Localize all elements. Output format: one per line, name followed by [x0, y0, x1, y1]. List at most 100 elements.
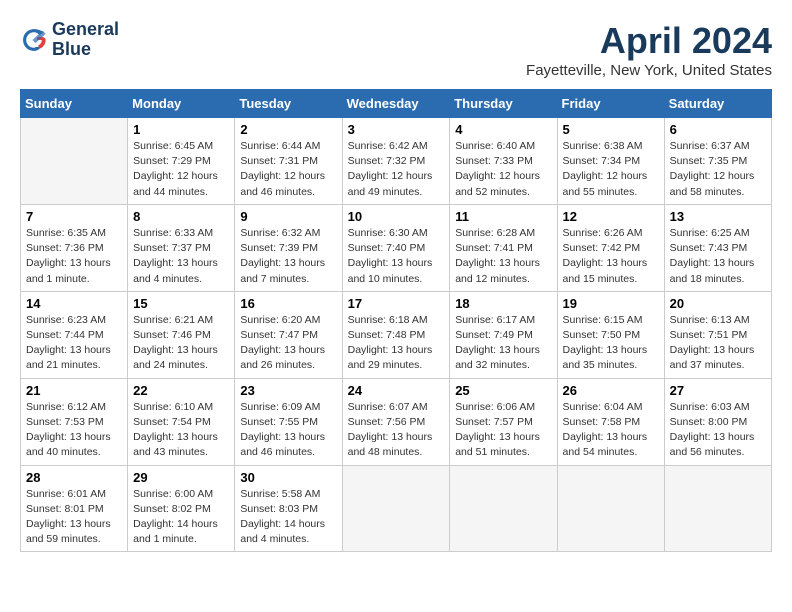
day-number: 11: [455, 209, 551, 224]
calendar-cell: 7 Sunrise: 6:35 AMSunset: 7:36 PMDaylight…: [21, 204, 128, 291]
day-info: Sunrise: 6:28 AMSunset: 7:41 PMDaylight:…: [455, 226, 551, 287]
column-header-friday: Friday: [557, 90, 664, 118]
day-info: Sunrise: 6:10 AMSunset: 7:54 PMDaylight:…: [133, 400, 229, 461]
calendar-cell: [342, 465, 450, 552]
logo-text: General Blue: [52, 20, 119, 60]
day-info: Sunrise: 6:38 AMSunset: 7:34 PMDaylight:…: [563, 139, 659, 200]
day-info: Sunrise: 6:00 AMSunset: 8:02 PMDaylight:…: [133, 487, 229, 548]
calendar-cell: 27Sunrise: 6:03 AMSunset: 8:00 PMDayligh…: [664, 378, 771, 465]
day-info: Sunrise: 6:40 AMSunset: 7:33 PMDaylight:…: [455, 139, 551, 200]
calendar-cell: 29 Sunrise: 6:00 AMSunset: 8:02 PMDayligh…: [128, 465, 235, 552]
calendar-cell: 21Sunrise: 6:12 AMSunset: 7:53 PMDayligh…: [21, 378, 128, 465]
calendar-cell: 23Sunrise: 6:09 AMSunset: 7:55 PMDayligh…: [235, 378, 342, 465]
calendar-cell: 9 Sunrise: 6:32 AMSunset: 7:39 PMDaylight…: [235, 204, 342, 291]
calendar-cell: 2 Sunrise: 6:44 AMSunset: 7:31 PMDaylight…: [235, 118, 342, 205]
calendar-cell: 4 Sunrise: 6:40 AMSunset: 7:33 PMDaylight…: [450, 118, 557, 205]
day-number: 19: [563, 296, 659, 311]
calendar-cell: 16 Sunrise: 6:20 AMSunset: 7:47 PMDayligh…: [235, 291, 342, 378]
day-number: 3: [348, 122, 445, 137]
day-number: 14: [26, 296, 122, 311]
week-row: 14 Sunrise: 6:23 AMSunset: 7:44 PMDayligh…: [21, 291, 772, 378]
day-info: Sunrise: 6:45 AMSunset: 7:29 PMDaylight:…: [133, 139, 229, 200]
column-header-sunday: Sunday: [21, 90, 128, 118]
calendar-cell: 12 Sunrise: 6:26 AMSunset: 7:42 PMDayligh…: [557, 204, 664, 291]
location-subtitle: Fayetteville, New York, United States: [526, 62, 772, 79]
day-info: Sunrise: 6:20 AMSunset: 7:47 PMDaylight:…: [240, 313, 336, 374]
week-row: 21Sunrise: 6:12 AMSunset: 7:53 PMDayligh…: [21, 378, 772, 465]
day-number: 6: [670, 122, 766, 137]
day-info: Sunrise: 6:01 AMSunset: 8:01 PMDaylight:…: [26, 487, 122, 548]
day-info: Sunrise: 6:44 AMSunset: 7:31 PMDaylight:…: [240, 139, 336, 200]
calendar-cell: 22 Sunrise: 6:10 AMSunset: 7:54 PMDayligh…: [128, 378, 235, 465]
day-info: Sunrise: 6:17 AMSunset: 7:49 PMDaylight:…: [455, 313, 551, 374]
day-number: 5: [563, 122, 659, 137]
day-info: Sunrise: 6:35 AMSunset: 7:36 PMDaylight:…: [26, 226, 122, 287]
day-number: 12: [563, 209, 659, 224]
day-number: 18: [455, 296, 551, 311]
calendar-cell: 3 Sunrise: 6:42 AMSunset: 7:32 PMDaylight…: [342, 118, 450, 205]
day-info: Sunrise: 6:18 AMSunset: 7:48 PMDaylight:…: [348, 313, 445, 374]
day-number: 17: [348, 296, 445, 311]
day-info: Sunrise: 6:03 AMSunset: 8:00 PMDaylight:…: [670, 400, 766, 461]
calendar-cell: 10Sunrise: 6:30 AMSunset: 7:40 PMDayligh…: [342, 204, 450, 291]
page-header: General Blue April 2024 Fayetteville, Ne…: [20, 20, 772, 79]
calendar-cell: [450, 465, 557, 552]
day-info: Sunrise: 5:58 AMSunset: 8:03 PMDaylight:…: [240, 487, 336, 548]
calendar-cell: 17 Sunrise: 6:18 AMSunset: 7:48 PMDayligh…: [342, 291, 450, 378]
day-number: 7: [26, 209, 122, 224]
week-row: 7 Sunrise: 6:35 AMSunset: 7:36 PMDaylight…: [21, 204, 772, 291]
calendar-cell: 11 Sunrise: 6:28 AMSunset: 7:41 PMDayligh…: [450, 204, 557, 291]
day-number: 26: [563, 383, 659, 398]
logo: General Blue: [20, 20, 119, 60]
day-number: 4: [455, 122, 551, 137]
month-title: April 2024: [526, 20, 772, 62]
column-header-monday: Monday: [128, 90, 235, 118]
day-number: 8: [133, 209, 229, 224]
column-header-saturday: Saturday: [664, 90, 771, 118]
week-row: 1Sunrise: 6:45 AMSunset: 7:29 PMDaylight…: [21, 118, 772, 205]
calendar-cell: 20 Sunrise: 6:13 AMSunset: 7:51 PMDayligh…: [664, 291, 771, 378]
calendar-table: SundayMondayTuesdayWednesdayThursdayFrid…: [20, 89, 772, 552]
day-info: Sunrise: 6:32 AMSunset: 7:39 PMDaylight:…: [240, 226, 336, 287]
day-number: 24: [348, 383, 445, 398]
calendar-cell: 8 Sunrise: 6:33 AMSunset: 7:37 PMDaylight…: [128, 204, 235, 291]
day-info: Sunrise: 6:26 AMSunset: 7:42 PMDaylight:…: [563, 226, 659, 287]
title-block: April 2024 Fayetteville, New York, Unite…: [526, 20, 772, 79]
day-info: Sunrise: 6:15 AMSunset: 7:50 PMDaylight:…: [563, 313, 659, 374]
day-info: Sunrise: 6:13 AMSunset: 7:51 PMDaylight:…: [670, 313, 766, 374]
day-info: Sunrise: 6:42 AMSunset: 7:32 PMDaylight:…: [348, 139, 445, 200]
day-info: Sunrise: 6:12 AMSunset: 7:53 PMDaylight:…: [26, 400, 122, 461]
logo-icon: [20, 26, 48, 54]
day-info: Sunrise: 6:33 AMSunset: 7:37 PMDaylight:…: [133, 226, 229, 287]
day-number: 9: [240, 209, 336, 224]
calendar-cell: 1Sunrise: 6:45 AMSunset: 7:29 PMDaylight…: [128, 118, 235, 205]
day-number: 29: [133, 470, 229, 485]
day-number: 2: [240, 122, 336, 137]
column-header-tuesday: Tuesday: [235, 90, 342, 118]
day-number: 28: [26, 470, 122, 485]
calendar-cell: 25Sunrise: 6:06 AMSunset: 7:57 PMDayligh…: [450, 378, 557, 465]
day-info: Sunrise: 6:23 AMSunset: 7:44 PMDaylight:…: [26, 313, 122, 374]
day-number: 20: [670, 296, 766, 311]
day-info: Sunrise: 6:25 AMSunset: 7:43 PMDaylight:…: [670, 226, 766, 287]
calendar-cell: [557, 465, 664, 552]
header-row: SundayMondayTuesdayWednesdayThursdayFrid…: [21, 90, 772, 118]
calendar-cell: 5 Sunrise: 6:38 AMSunset: 7:34 PMDaylight…: [557, 118, 664, 205]
day-number: 16: [240, 296, 336, 311]
day-info: Sunrise: 6:07 AMSunset: 7:56 PMDaylight:…: [348, 400, 445, 461]
calendar-cell: 13 Sunrise: 6:25 AMSunset: 7:43 PMDayligh…: [664, 204, 771, 291]
day-number: 22: [133, 383, 229, 398]
calendar-cell: 14 Sunrise: 6:23 AMSunset: 7:44 PMDayligh…: [21, 291, 128, 378]
column-header-wednesday: Wednesday: [342, 90, 450, 118]
calendar-cell: 19 Sunrise: 6:15 AMSunset: 7:50 PMDayligh…: [557, 291, 664, 378]
day-number: 30: [240, 470, 336, 485]
day-info: Sunrise: 6:30 AMSunset: 7:40 PMDaylight:…: [348, 226, 445, 287]
day-number: 13: [670, 209, 766, 224]
calendar-cell: 18 Sunrise: 6:17 AMSunset: 7:49 PMDayligh…: [450, 291, 557, 378]
calendar-cell: 26 Sunrise: 6:04 AMSunset: 7:58 PMDayligh…: [557, 378, 664, 465]
day-number: 23: [240, 383, 336, 398]
column-header-thursday: Thursday: [450, 90, 557, 118]
day-info: Sunrise: 6:04 AMSunset: 7:58 PMDaylight:…: [563, 400, 659, 461]
calendar-cell: 28 Sunrise: 6:01 AMSunset: 8:01 PMDayligh…: [21, 465, 128, 552]
day-number: 15: [133, 296, 229, 311]
